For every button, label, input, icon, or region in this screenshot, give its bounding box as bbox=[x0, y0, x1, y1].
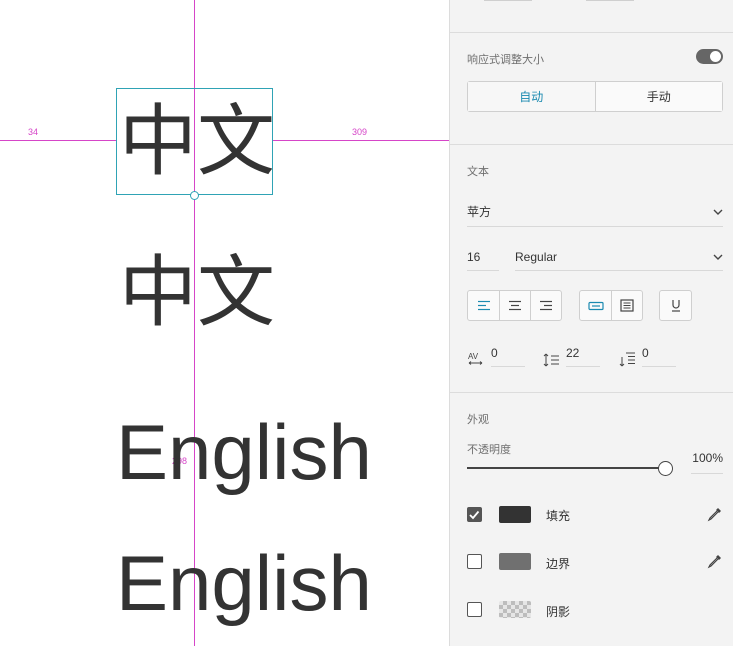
eyedropper-icon[interactable] bbox=[707, 506, 723, 522]
paragraph-spacing-icon bbox=[619, 352, 635, 367]
design-canvas[interactable]: 34 309 298 中文 中文 English English bbox=[0, 0, 449, 646]
height-field-underline[interactable] bbox=[586, 0, 634, 1]
paragraph-spacing-value: 0 bbox=[642, 346, 676, 367]
font-weight-dropdown[interactable]: Regular bbox=[515, 250, 723, 271]
guide-distance-left: 34 bbox=[28, 127, 39, 137]
line-spacing-field[interactable]: 22 bbox=[543, 346, 600, 367]
shadow-checkbox[interactable] bbox=[467, 602, 482, 617]
opacity-value-input[interactable]: 100% bbox=[691, 451, 723, 474]
svg-text:AV: AV bbox=[468, 352, 479, 361]
resize-mode-segmented-control: 自动 手动 bbox=[467, 81, 723, 112]
fill-label: 填充 bbox=[546, 509, 571, 523]
underline-icon[interactable] bbox=[660, 291, 691, 320]
text-layer-english[interactable]: English bbox=[116, 413, 372, 491]
manual-resize-button[interactable]: 手动 bbox=[594, 82, 722, 111]
fixed-size-text-icon[interactable] bbox=[611, 291, 642, 320]
selection-box[interactable] bbox=[116, 88, 273, 195]
font-weight-value: Regular bbox=[515, 250, 558, 264]
text-align-group bbox=[467, 290, 562, 321]
border-label: 边界 bbox=[546, 557, 571, 571]
opacity-slider-track[interactable] bbox=[467, 467, 668, 469]
opacity-label: 不透明度 bbox=[467, 444, 511, 456]
border-color-swatch[interactable] bbox=[499, 553, 531, 570]
font-family-value: 苹方 bbox=[467, 205, 492, 219]
text-layer-english-2[interactable]: English bbox=[116, 544, 372, 622]
shadow-color-swatch[interactable] bbox=[499, 601, 531, 618]
section-divider bbox=[450, 32, 733, 33]
eyedropper-icon[interactable] bbox=[707, 553, 723, 569]
checkmark-icon bbox=[469, 510, 480, 520]
text-style-group bbox=[659, 290, 692, 321]
character-spacing-icon: AV bbox=[468, 352, 483, 365]
fill-color-swatch[interactable] bbox=[499, 506, 531, 523]
section-divider bbox=[450, 392, 733, 393]
guide-distance-right: 309 bbox=[352, 127, 368, 137]
chevron-down-icon bbox=[713, 209, 723, 215]
responsive-resize-label: 响应式调整大小 bbox=[467, 54, 544, 66]
horizontal-guide-right bbox=[273, 140, 449, 141]
paragraph-spacing-field[interactable]: 0 bbox=[619, 346, 676, 367]
align-right-icon[interactable] bbox=[530, 291, 561, 320]
font-size-input[interactable]: 16 bbox=[467, 250, 499, 271]
horizontal-guide-left bbox=[0, 140, 116, 141]
opacity-slider-thumb[interactable] bbox=[658, 461, 673, 476]
section-divider bbox=[450, 144, 733, 145]
appearance-section-label: 外观 bbox=[467, 414, 489, 426]
border-checkbox[interactable] bbox=[467, 554, 482, 569]
align-left-icon[interactable] bbox=[468, 291, 499, 320]
responsive-resize-toggle[interactable] bbox=[696, 49, 723, 64]
font-family-dropdown[interactable]: 苹方 bbox=[467, 203, 723, 227]
align-center-icon[interactable] bbox=[499, 291, 530, 320]
auto-resize-button[interactable]: 自动 bbox=[468, 82, 595, 111]
line-spacing-value: 22 bbox=[566, 346, 600, 367]
chevron-down-icon bbox=[713, 254, 723, 260]
character-spacing-value: 0 bbox=[491, 346, 525, 367]
line-spacing-icon bbox=[543, 353, 559, 367]
fill-checkbox[interactable] bbox=[467, 507, 482, 522]
text-section-label: 文本 bbox=[467, 166, 489, 178]
resize-handle[interactable] bbox=[190, 191, 199, 200]
property-inspector: 响应式调整大小 自动 手动 文本 苹方 16 Regular AV 0 22 0… bbox=[449, 0, 733, 646]
text-layer-chinese[interactable]: 中文 bbox=[119, 254, 275, 332]
character-spacing-field[interactable]: AV 0 bbox=[467, 346, 525, 367]
text-box-type-group bbox=[579, 290, 643, 321]
auto-width-text-icon[interactable] bbox=[580, 291, 611, 320]
shadow-label: 阴影 bbox=[546, 605, 571, 619]
width-field-underline[interactable] bbox=[484, 0, 532, 1]
toggle-knob bbox=[710, 51, 721, 62]
